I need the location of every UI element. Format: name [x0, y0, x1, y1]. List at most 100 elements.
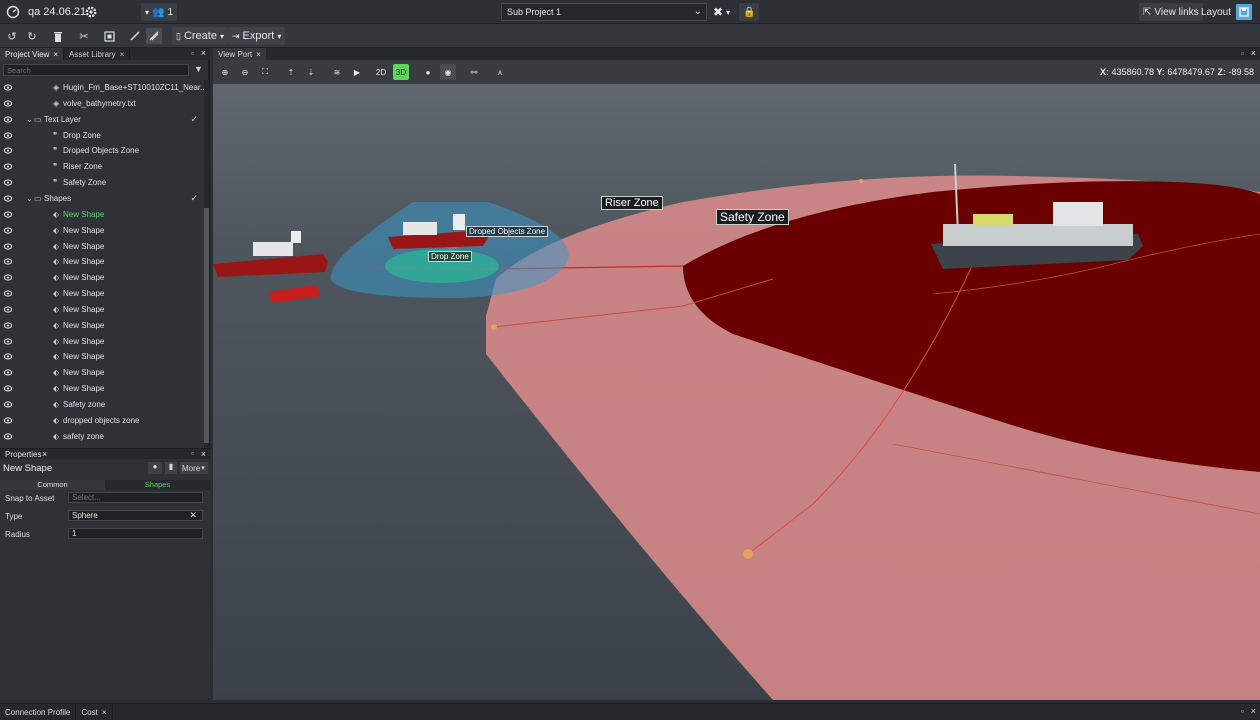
safety-zone-label[interactable]: Safety Zone — [716, 209, 789, 225]
drop-zone-label[interactable]: Drop Zone — [428, 251, 472, 262]
riser-zone-label[interactable]: Riser Zone — [601, 196, 663, 210]
tree-item[interactable]: ⬖ New Shape — [0, 334, 204, 350]
tree-item[interactable]: ⬖ New Shape — [0, 365, 204, 381]
tab-cost[interactable]: Cost × — [76, 704, 113, 720]
more-button[interactable]: More ▾ — [180, 462, 208, 474]
tab-project-view[interactable]: Project View × — [0, 48, 64, 60]
dashboard-icon[interactable] — [5, 4, 21, 20]
lower-icon[interactable]: ⇣ — [303, 64, 319, 80]
maximize-icon[interactable]: ▫ — [191, 449, 194, 458]
fit-view-icon[interactable]: ⛶ — [257, 64, 273, 80]
visibility-icon[interactable] — [3, 417, 13, 424]
visibility-icon[interactable] — [3, 290, 13, 297]
chevron-down-icon[interactable]: ⌄ — [26, 115, 33, 124]
tree-item[interactable]: ❞ Drop Zone — [0, 128, 204, 144]
tab-view-port[interactable]: View Port × — [213, 48, 266, 60]
visibility-icon[interactable] — [3, 116, 13, 123]
check-icon[interactable]: ✓ — [190, 114, 198, 125]
visibility-icon[interactable] — [3, 401, 13, 408]
buoy-marker[interactable] — [859, 179, 863, 183]
tree-scrollbar-thumb[interactable] — [204, 208, 209, 443]
users-button[interactable]: ▾ 👥 1 — [141, 3, 178, 21]
visibility-icon[interactable] — [3, 131, 13, 139]
visibility-icon[interactable] — [3, 84, 13, 91]
lock-button[interactable]: 🔒 — [739, 3, 760, 21]
camera-icon[interactable]: ▶ — [349, 64, 365, 80]
redo-icon[interactable]: ↻ — [24, 28, 40, 44]
tree-item[interactable]: ◈ Hugin_Fm_Base+ST10010ZC11_Near... — [0, 80, 207, 96]
measure-icon[interactable] — [127, 28, 143, 44]
tab-common[interactable]: Common — [0, 480, 105, 490]
create-menu-button[interactable]: ▯ Create ▾ — [172, 27, 228, 45]
tools-button[interactable]: ✖ ▾ — [709, 3, 734, 21]
maximize-icon[interactable]: ▫ — [1241, 707, 1244, 716]
connect-icon[interactable]: ⚯ — [466, 64, 482, 80]
tree-item[interactable]: ⬖ New Shape — [0, 239, 204, 255]
buoy-marker[interactable] — [743, 549, 753, 559]
visibility-icon[interactable] — [3, 258, 13, 265]
visibility-icon[interactable] — [3, 179, 13, 186]
visibility-icon[interactable] — [3, 385, 13, 392]
check-icon[interactable]: ✓ — [190, 193, 198, 204]
scene-canvas[interactable] — [213, 84, 1260, 700]
radius-input[interactable]: 1 — [68, 528, 203, 539]
close-icon[interactable]: × — [102, 708, 107, 717]
visibility-icon[interactable] — [3, 433, 13, 440]
close-icon[interactable]: × — [201, 449, 206, 459]
snap-to-asset-select[interactable] — [68, 492, 203, 503]
tree-item[interactable]: ⬖ Safety zone — [0, 397, 204, 413]
tab-asset-library[interactable]: Asset Library × — [64, 48, 131, 60]
chevron-down-icon[interactable]: ⌄ — [26, 194, 33, 203]
layers-icon[interactable]: ≋ — [329, 64, 345, 80]
visibility-icon[interactable] — [3, 274, 13, 281]
close-icon[interactable]: × — [42, 449, 47, 459]
tree-item[interactable]: ❞ Riser Zone — [0, 159, 204, 175]
search-input[interactable] — [3, 64, 189, 76]
maximize-icon[interactable]: ▫ — [191, 49, 194, 58]
layout-button[interactable]: Layout — [1197, 3, 1235, 21]
visibility-icon[interactable] — [3, 147, 13, 154]
tree-item[interactable]: ❞ Safety Zone — [0, 175, 204, 191]
tree-item[interactable]: ⌄ ▭ Text Layer ✓ — [0, 112, 204, 128]
tree-item[interactable]: ⬖ New Shape — [0, 254, 204, 270]
tree-item[interactable]: ⬖ New Shape — [0, 381, 204, 397]
tree-item[interactable]: ⬖ New Shape — [0, 286, 204, 302]
close-icon[interactable]: × — [256, 50, 261, 59]
visibility-icon[interactable] — [3, 100, 13, 107]
tree-item[interactable]: ⬖ New Shape — [0, 349, 204, 365]
group-icon[interactable] — [101, 28, 117, 44]
close-icon[interactable]: × — [53, 50, 58, 59]
tree-item[interactable]: ⬖ New Shape — [0, 223, 204, 239]
close-icon[interactable]: × — [1251, 48, 1256, 58]
mode-3d-button[interactable]: 3D — [393, 64, 409, 80]
tree-item[interactable]: ⌄ ▭ Shapes ✓ — [0, 191, 204, 207]
type-select[interactable]: Sphere ✕ — [68, 510, 203, 521]
tree-item[interactable]: ⬖ New Shape — [0, 207, 204, 223]
zoom-in-icon[interactable]: ⊕ — [217, 64, 233, 80]
gear-icon[interactable] — [83, 4, 99, 20]
edit-path-icon[interactable] — [146, 28, 162, 44]
undo-icon[interactable]: ↺ — [4, 28, 20, 44]
raise-icon[interactable]: ⇡ — [283, 64, 299, 80]
pin-icon[interactable]: ● — [148, 462, 162, 474]
visibility-icon[interactable] — [3, 211, 13, 218]
tree-item[interactable]: ❞ Droped Objects Zone — [0, 143, 204, 159]
mode-2d-button[interactable]: 2D — [373, 64, 389, 80]
tab-shapes[interactable]: Shapes — [105, 480, 210, 490]
close-icon[interactable]: × — [120, 50, 125, 59]
tab-connection-profile[interactable]: Connection Profile — [0, 704, 77, 720]
visibility-icon[interactable] — [3, 163, 13, 170]
close-icon[interactable]: × — [1251, 706, 1256, 716]
delete-icon[interactable]: ▮ — [165, 462, 177, 474]
tree-item[interactable]: ⬖ dropped objects zone — [0, 413, 204, 429]
tree-item[interactable]: ⬖ New Shape — [0, 318, 204, 334]
compass-icon[interactable]: ⋏ — [492, 64, 508, 80]
visibility-icon[interactable] — [3, 353, 13, 361]
view-links-button[interactable]: ⇱ View links — [1139, 3, 1203, 21]
cut-icon[interactable]: ✂ — [76, 28, 92, 44]
visibility-icon[interactable] — [3, 369, 13, 376]
shading-icon[interactable]: ◉ — [440, 64, 456, 80]
export-menu-button[interactable]: ⇥ Export ▾ — [228, 27, 286, 45]
visibility-icon[interactable] — [3, 337, 13, 345]
filter-icon[interactable]: ▼ — [194, 64, 203, 74]
